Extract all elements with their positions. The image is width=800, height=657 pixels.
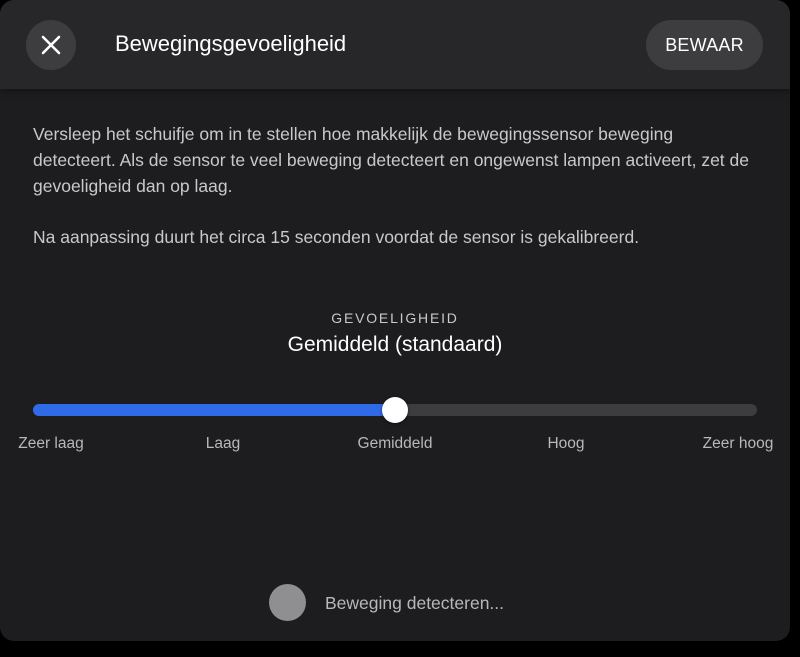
- description-paragraph: Na aanpassing duurt het circa 15 seconde…: [33, 227, 640, 247]
- level-label-zeer-hoog[interactable]: Zeer hoog: [703, 435, 774, 453]
- motion-status-text: Beweging detecteren...: [325, 593, 505, 613]
- dialog-header: Bewegingsgevoeligheid BEWAAR: [0, 0, 790, 89]
- slider-thumb[interactable]: [382, 397, 408, 423]
- save-button[interactable]: BEWAAR: [646, 20, 763, 70]
- motion-status-indicator: [269, 584, 306, 621]
- close-icon: [41, 35, 61, 55]
- sensitivity-slider[interactable]: [33, 397, 757, 423]
- description: Versleep het schuifje om in te stellen h…: [33, 121, 753, 250]
- description-paragraph: Versleep het schuifje om in te stellen h…: [33, 124, 749, 196]
- level-label-gemiddeld[interactable]: Gemiddeld: [358, 435, 433, 453]
- level-label-zeer-laag[interactable]: Zeer laag: [18, 435, 83, 453]
- level-label-laag[interactable]: Laag: [206, 435, 240, 453]
- sensitivity-label: GEVOELIGHEID: [331, 310, 459, 326]
- sensitivity-dialog: Bewegingsgevoeligheid BEWAAR Versleep he…: [0, 0, 790, 641]
- dialog-title: Bewegingsgevoeligheid: [115, 31, 347, 56]
- sensitivity-value: Gemiddeld (standaard): [287, 333, 503, 356]
- close-button[interactable]: [26, 20, 76, 70]
- slider-fill: [33, 404, 395, 416]
- level-label-hoog[interactable]: Hoog: [547, 435, 584, 453]
